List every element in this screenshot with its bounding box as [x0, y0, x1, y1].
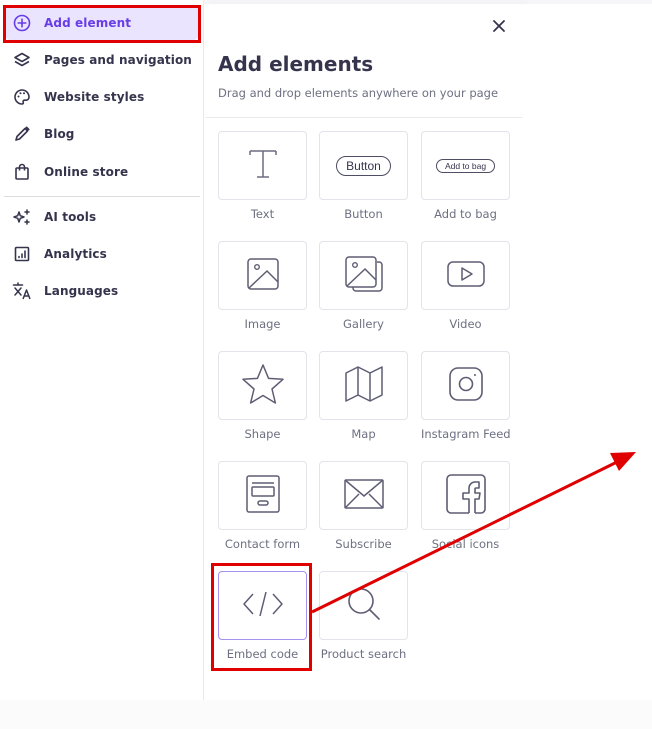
tile-box[interactable]: Button [319, 131, 408, 200]
tile-box[interactable] [421, 461, 510, 530]
panel-title: Add elements [218, 52, 374, 76]
close-icon [492, 18, 506, 37]
tile-label: Text [250, 207, 275, 221]
sidebar-item-label: AI tools [44, 210, 97, 224]
element-tile-button[interactable]: Button Button [319, 131, 408, 221]
facebook-icon [445, 473, 487, 519]
sidebar-item-label: Online store [44, 165, 129, 179]
shopping-bag-icon [12, 162, 32, 182]
tile-label: Map [351, 427, 376, 441]
sidebar: Add element Pages and navigation Website… [0, 0, 204, 700]
tile-label: Subscribe [335, 537, 392, 551]
tile-box[interactable] [319, 241, 408, 310]
tile-label: Add to bag [434, 207, 497, 221]
sidebar-item-pages-and-navigation[interactable]: Pages and navigation [6, 43, 198, 77]
pencil-icon [12, 124, 32, 144]
close-button[interactable] [488, 16, 510, 38]
tile-box[interactable] [319, 571, 408, 640]
tile-box[interactable] [218, 571, 307, 640]
plus-circle-icon [12, 13, 32, 33]
element-tile-add-to-bag[interactable]: Add to bag Add to bag [421, 131, 510, 221]
sidebar-item-label: Blog [44, 127, 75, 141]
sidebar-item-online-store[interactable]: Online store [6, 155, 198, 189]
tile-label: Instagram Feed [421, 427, 511, 441]
video-icon [446, 259, 486, 293]
element-tile-embed-code[interactable]: Embed code [218, 571, 307, 661]
element-tile-text[interactable]: Text [218, 131, 307, 221]
tile-label: Video [449, 317, 482, 331]
tile-box[interactable] [218, 461, 307, 530]
add-elements-panel: Add elements Drag and drop elements anyw… [205, 4, 523, 700]
tile-box[interactable] [218, 351, 307, 420]
envelope-icon [343, 478, 385, 514]
star-icon [241, 363, 285, 409]
tile-box[interactable] [218, 131, 307, 200]
sidebar-divider [4, 196, 200, 197]
tile-box[interactable] [319, 351, 408, 420]
code-icon [242, 590, 284, 622]
bottom-edge [0, 700, 652, 729]
tile-label: Product search [320, 647, 407, 661]
tile-label: Embed code [226, 647, 299, 661]
add-to-bag-icon: Add to bag [435, 158, 496, 173]
tile-label: Button [344, 207, 383, 221]
map-icon [344, 365, 384, 407]
instagram-icon [448, 366, 484, 406]
sidebar-item-label: Add element [44, 16, 132, 30]
element-tile-instagram-feed[interactable]: Instagram Feed [421, 351, 511, 441]
sidebar-item-languages[interactable]: Languages [6, 274, 198, 308]
element-tile-subscribe[interactable]: Subscribe [319, 461, 408, 551]
sidebar-item-analytics[interactable]: Analytics [6, 237, 198, 271]
contact-form-icon [245, 474, 281, 518]
sidebar-item-label: Pages and navigation [44, 53, 192, 67]
sidebar-item-label: Website styles [44, 90, 145, 104]
sidebar-item-label: Analytics [44, 247, 107, 261]
chart-icon [12, 244, 32, 264]
sidebar-item-label: Languages [44, 284, 119, 298]
tile-box[interactable] [421, 241, 510, 310]
layers-icon [12, 50, 32, 70]
sidebar-item-ai-tools[interactable]: AI tools [6, 200, 198, 234]
button-icon: Button [336, 155, 391, 176]
gallery-icon [344, 255, 384, 297]
element-tile-contact-form[interactable]: Contact form [218, 461, 307, 551]
element-tile-image[interactable]: Image [218, 241, 307, 331]
tile-label: Gallery [343, 317, 384, 331]
sidebar-item-blog[interactable]: Blog [6, 117, 198, 151]
translate-icon [12, 281, 32, 301]
element-tile-gallery[interactable]: Gallery [319, 241, 408, 331]
tile-box[interactable]: Add to bag [421, 131, 510, 200]
text-icon [246, 147, 280, 185]
sparkles-icon [12, 207, 32, 227]
tile-label: Contact form [224, 537, 301, 551]
element-tile-video[interactable]: Video [421, 241, 510, 331]
tile-box[interactable] [421, 351, 510, 420]
element-tile-map[interactable]: Map [319, 351, 408, 441]
page-canvas[interactable] [523, 4, 652, 700]
element-tile-social-icons[interactable]: Social icons [421, 461, 510, 551]
sidebar-item-add-element[interactable]: Add element [6, 6, 198, 40]
tile-label: Image [244, 317, 281, 331]
image-icon [246, 257, 280, 295]
palette-icon [12, 87, 32, 107]
tile-box[interactable] [218, 241, 307, 310]
panel-subtitle: Drag and drop elements anywhere on your … [218, 86, 499, 100]
element-tile-product-search[interactable]: Product search [319, 571, 408, 661]
tile-label: Shape [244, 427, 281, 441]
sidebar-item-website-styles[interactable]: Website styles [6, 80, 198, 114]
search-icon [346, 586, 382, 626]
tile-box[interactable] [319, 461, 408, 530]
panel-divider [205, 117, 523, 118]
element-tile-shape[interactable]: Shape [218, 351, 307, 441]
tile-label: Social icons [431, 537, 500, 551]
